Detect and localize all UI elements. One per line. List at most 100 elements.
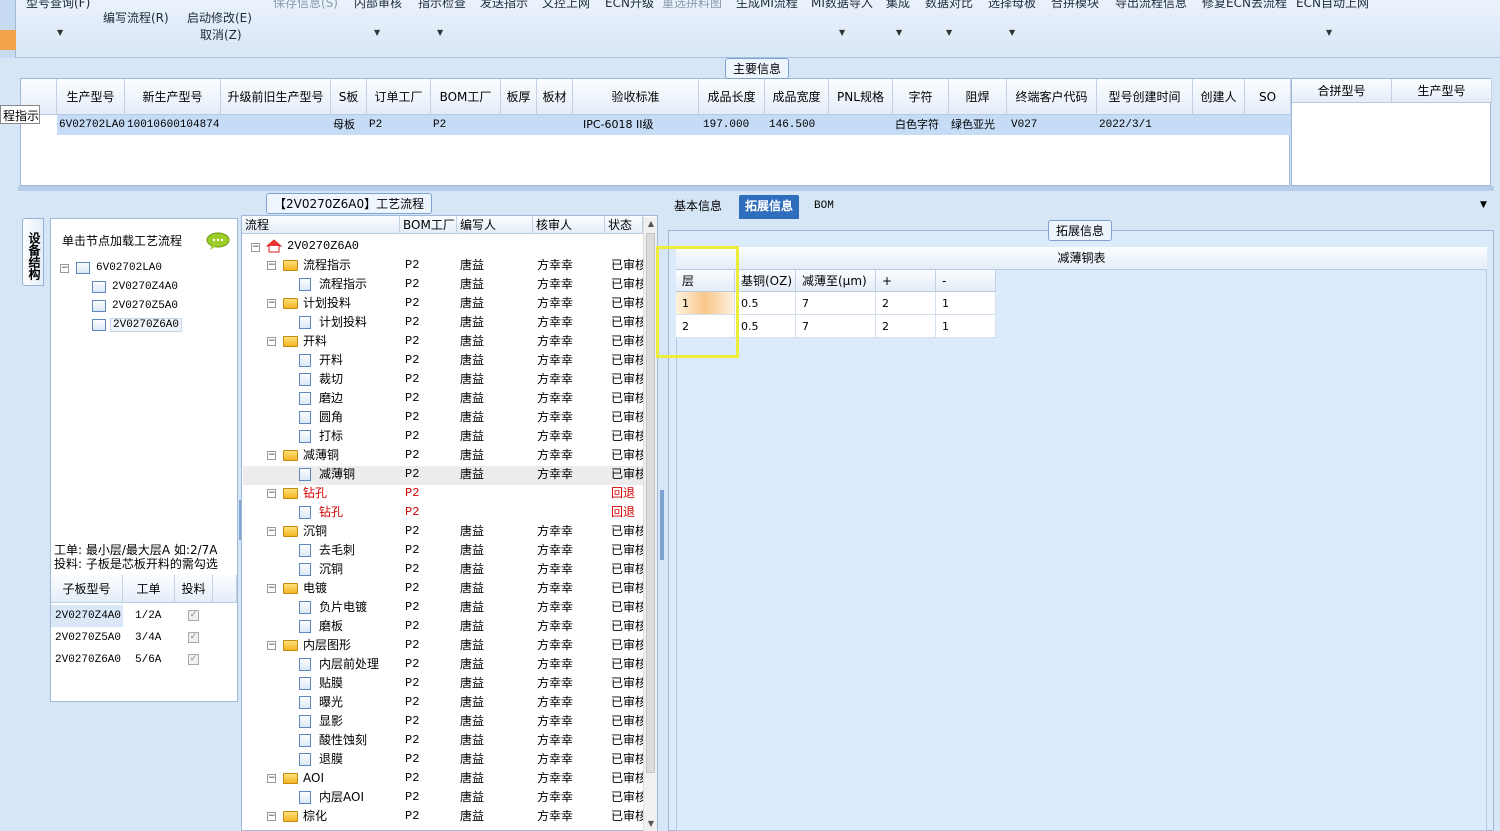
start-modify-button[interactable]: 启动修改(E): [187, 9, 252, 26]
flow-cell-name[interactable]: 打标: [319, 427, 343, 446]
col-header[interactable]: 成品宽度: [765, 79, 829, 115]
collapse-icon[interactable]: −: [267, 337, 276, 346]
chevron-down-icon[interactable]: ▼: [1480, 200, 1487, 210]
col-header[interactable]: 子板型号: [51, 575, 123, 603]
col-header[interactable]: 阻焊: [949, 79, 1007, 115]
feed-checkbox[interactable]: ✓: [188, 632, 199, 643]
flow-cell-name[interactable]: 流程指示: [303, 256, 351, 275]
flow-cell-name[interactable]: 显影: [319, 712, 343, 731]
ecn-upgrade-button[interactable]: ECN升级: [605, 0, 654, 11]
collapse-icon[interactable]: −: [267, 774, 276, 783]
col-header[interactable]: BOM工厂: [431, 79, 501, 115]
export-flow-info-button[interactable]: 导出流程信息: [1115, 0, 1187, 11]
sub-cell[interactable]: 2V0270Z4A0: [51, 605, 123, 627]
flow-cell-name[interactable]: 钻孔: [319, 503, 343, 522]
sub-cell[interactable]: 2V0270Z5A0: [51, 627, 123, 649]
col-header[interactable]: 成品长度: [699, 79, 765, 115]
col-header[interactable]: 生产型号: [1392, 79, 1492, 103]
repair-ecn-flow-button[interactable]: 修复ECN丢流程: [1202, 0, 1287, 11]
select-mother-board-button[interactable]: 选择母板: [988, 0, 1036, 11]
flow-cell-name[interactable]: 沉铜: [319, 560, 343, 579]
feed-checkbox[interactable]: ✓: [188, 654, 199, 665]
sub-cell[interactable]: 5/6A: [123, 649, 175, 671]
flow-cell-name[interactable]: 沉铜: [303, 522, 327, 541]
flow-cell-name[interactable]: 内层前处理: [319, 655, 379, 674]
chevron-down-icon[interactable]: ▼: [1326, 28, 1332, 37]
sub-cell[interactable]: 2V0270Z6A0: [51, 649, 123, 671]
table-cell[interactable]: 7: [796, 315, 876, 338]
table-cell[interactable]: 0.5: [735, 292, 796, 315]
flow-cell-name[interactable]: 去毛刺: [319, 541, 355, 560]
chevron-down-icon[interactable]: ▼: [437, 28, 443, 37]
flow-root[interactable]: 2V0270Z6A0: [287, 237, 359, 256]
flow-cell-name[interactable]: 磨板: [319, 617, 343, 636]
flow-cell-name[interactable]: 曝光: [319, 693, 343, 712]
col-header[interactable]: 基铜(OZ): [735, 270, 796, 292]
col-header[interactable]: 终端客户代码: [1007, 79, 1097, 115]
col-header[interactable]: +: [876, 270, 936, 292]
col-header[interactable]: 合拼型号: [1292, 79, 1392, 103]
col-header[interactable]: 验收标准: [573, 79, 699, 115]
flow-cell-name[interactable]: 酸性蚀刻: [319, 731, 367, 750]
col-header[interactable]: 状态: [605, 216, 643, 234]
chevron-down-icon[interactable]: ▼: [1009, 28, 1015, 37]
flow-cell-name[interactable]: 钻孔: [303, 484, 327, 503]
internal-review-button[interactable]: 内部审核: [354, 0, 402, 11]
write-flow-button[interactable]: 编写流程(R): [103, 9, 169, 26]
table-cell[interactable]: 1: [936, 292, 996, 315]
flow-cell-name[interactable]: 开料: [303, 332, 327, 351]
col-header[interactable]: 编写人: [457, 216, 533, 234]
merge-module-button[interactable]: 合拼模块: [1051, 0, 1099, 11]
flow-cell-name[interactable]: 电镀: [303, 579, 327, 598]
table-cell[interactable]: 7: [796, 292, 876, 315]
tree-node-child[interactable]: 2V0270Z4A0: [112, 281, 178, 293]
tab-device-structure[interactable]: 设备结构: [22, 218, 44, 286]
collapse-icon[interactable]: −: [267, 261, 276, 270]
table-cell[interactable]: 0.5: [735, 315, 796, 338]
data-compare-button[interactable]: 数据对比: [925, 0, 973, 11]
tree-node-child[interactable]: 2V0270Z5A0: [112, 300, 178, 312]
chevron-down-icon[interactable]: ▼: [896, 28, 902, 37]
col-header[interactable]: 核审人: [533, 216, 605, 234]
col-header[interactable]: S板: [331, 79, 367, 115]
collapse-icon[interactable]: −: [267, 299, 276, 308]
flow-cell-name[interactable]: 贴膜: [319, 674, 343, 693]
col-header[interactable]: 字符: [893, 79, 949, 115]
col-header[interactable]: BOM工厂: [400, 216, 457, 234]
tree-node-root[interactable]: 6V02702LA0: [96, 262, 162, 274]
flow-cell-name[interactable]: 计划投料: [303, 294, 351, 313]
cancel-button[interactable]: 取消(Z): [200, 26, 242, 43]
tree-node-child-selected[interactable]: 2V0270Z6A0: [110, 318, 183, 332]
chevron-down-icon[interactable]: ▼: [374, 28, 380, 37]
scroll-thumb[interactable]: [646, 233, 655, 773]
col-header[interactable]: 订单工厂: [367, 79, 431, 115]
flow-cell-name[interactable]: 内层图形: [303, 636, 351, 655]
chevron-down-icon[interactable]: ▼: [946, 28, 952, 37]
collapse-icon[interactable]: −: [267, 812, 276, 821]
collapse-icon[interactable]: −: [60, 264, 69, 273]
save-info-button[interactable]: 保存信息(S): [273, 0, 338, 11]
col-header[interactable]: 升级前旧生产型号: [221, 79, 331, 115]
feed-checkbox[interactable]: ✓: [188, 610, 199, 621]
flow-cell-name[interactable]: 减薄铜: [303, 446, 339, 465]
sub-cell[interactable]: 3/4A: [123, 627, 175, 649]
flow-cell-name[interactable]: 棕化: [303, 807, 327, 826]
horizontal-splitter[interactable]: [18, 186, 1494, 191]
col-header[interactable]: 生产型号: [57, 79, 125, 115]
col-header[interactable]: 板材: [537, 79, 573, 115]
collapse-icon[interactable]: −: [267, 527, 276, 536]
flow-cell-name[interactable]: 开料: [319, 351, 343, 370]
chat-bubble-icon[interactable]: [206, 232, 230, 250]
scroll-up-icon[interactable]: ▲: [644, 217, 658, 231]
tab-bom[interactable]: BOM: [808, 195, 840, 219]
splitter-grip[interactable]: [660, 490, 664, 560]
table-cell[interactable]: 1: [936, 315, 996, 338]
col-header[interactable]: 减薄至(μm): [796, 270, 876, 292]
flow-cell-name[interactable]: 负片电镀: [319, 598, 367, 617]
collapse-icon[interactable]: −: [267, 451, 276, 460]
collapse-icon[interactable]: −: [251, 243, 260, 252]
flow-cell-name[interactable]: 磨边: [319, 389, 343, 408]
col-header[interactable]: 新生产型号: [125, 79, 221, 115]
vertical-scrollbar[interactable]: ▲ ▼: [643, 217, 657, 831]
chevron-down-icon[interactable]: ▼: [839, 28, 845, 37]
